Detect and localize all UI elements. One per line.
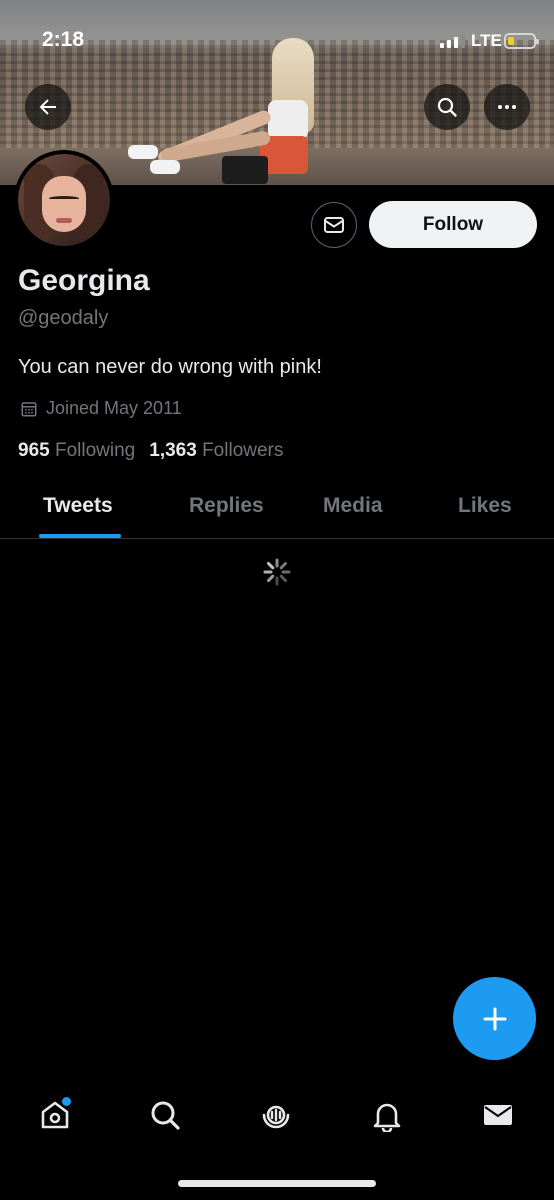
profile-handle: @geodaly	[18, 307, 109, 329]
envelope-icon	[324, 217, 344, 233]
signal-icon	[440, 34, 465, 48]
plus-icon	[483, 1007, 506, 1030]
nav-spaces[interactable]	[256, 1095, 296, 1135]
nav-notifications[interactable]	[367, 1095, 407, 1135]
profile-tabs: Tweets Replies Media Likes	[0, 488, 554, 539]
following-link[interactable]: 965 Following	[18, 440, 135, 462]
joined-text: Joined May 2011	[46, 398, 182, 418]
avatar[interactable]	[14, 150, 114, 250]
compose-tweet-button[interactable]	[453, 977, 536, 1060]
envelope-icon	[484, 1105, 512, 1125]
network-type: LTE	[471, 31, 502, 50]
tab-tweets[interactable]: Tweets	[43, 494, 113, 518]
profile-name: Georgina	[18, 264, 150, 297]
active-tab-indicator	[39, 534, 121, 538]
followers-count: 1,363	[149, 440, 197, 461]
battery-icon	[504, 33, 539, 49]
arrow-left-icon	[39, 99, 56, 115]
status-time: 2:18	[42, 28, 85, 51]
nav-home[interactable]	[35, 1095, 75, 1135]
calendar-icon	[21, 401, 37, 416]
search-icon	[437, 97, 457, 117]
following-label: Following	[54, 440, 136, 461]
tab-replies[interactable]: Replies	[189, 494, 264, 518]
profile-screen: 2:18 LTE Follow Georgina @geodaly You ca…	[0, 0, 554, 1200]
search-icon	[151, 1101, 180, 1130]
home-indicator	[178, 1180, 376, 1187]
followers-label: Followers	[202, 440, 284, 461]
tab-media[interactable]: Media	[323, 494, 383, 518]
following-count: 965	[18, 440, 50, 461]
status-bar: 2:18 LTE	[0, 0, 554, 60]
message-button[interactable]	[311, 202, 357, 248]
follow-button[interactable]: Follow	[369, 201, 537, 248]
followers-link[interactable]: 1,363 Followers	[149, 440, 283, 462]
notification-dot	[62, 1097, 71, 1106]
search-button[interactable]	[424, 84, 470, 130]
tab-likes[interactable]: Likes	[458, 494, 512, 518]
more-button[interactable]	[484, 84, 530, 130]
loading-spinner-icon	[263, 558, 291, 586]
back-button[interactable]	[25, 84, 71, 130]
follow-stats: 965 Following 1,363 Followers	[18, 440, 283, 462]
joined-date: Joined May 2011	[20, 398, 182, 419]
profile-bio: You can never do wrong with pink!	[18, 356, 322, 378]
nav-messages[interactable]	[478, 1095, 518, 1135]
nav-search[interactable]	[145, 1095, 185, 1135]
bell-icon	[373, 1103, 401, 1132]
more-horizontal-icon	[498, 105, 516, 109]
spaces-icon	[262, 1105, 290, 1129]
